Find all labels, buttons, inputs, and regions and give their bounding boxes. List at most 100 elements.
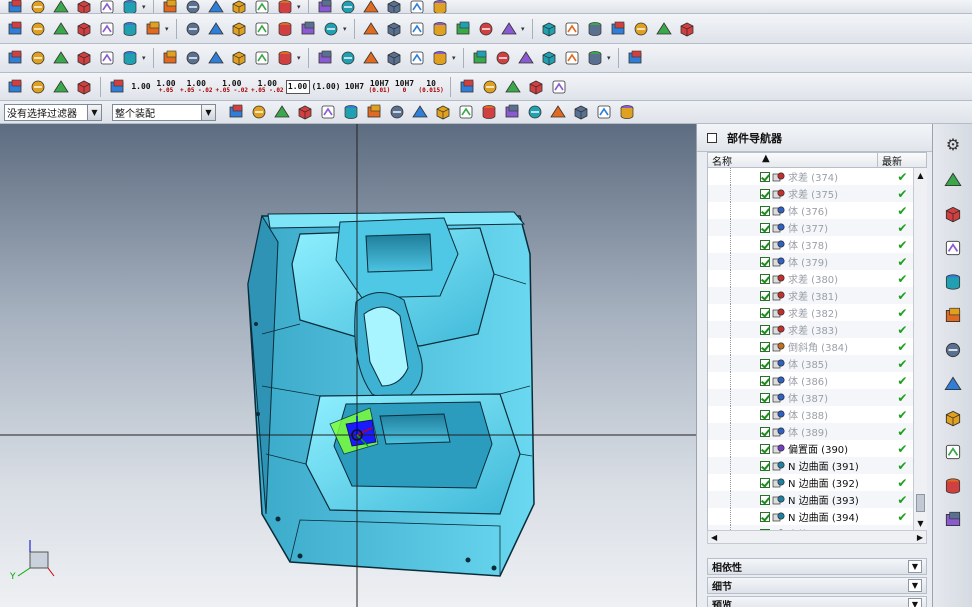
dropdown-arrow-icon[interactable]: ▾ [452,54,458,62]
snap-pole-icon[interactable] [432,101,454,123]
graphics-window[interactable]: Y [0,124,696,607]
roles-icon[interactable] [939,166,967,194]
select-icon[interactable] [228,0,250,13]
add-icon[interactable] [469,47,491,69]
snap-existing-icon[interactable] [478,101,500,123]
csys-display-icon[interactable] [73,76,95,98]
snap-mid-icon[interactable] [271,101,293,123]
tolerance-format-button[interactable]: 1.00 +.05 -.02 [215,76,250,98]
internet-explorer-icon[interactable] [939,336,967,364]
tree-row[interactable]: 求差 (381) ✔ [708,287,913,304]
dropdown-arrow-icon[interactable]: ▾ [142,3,148,11]
reuse-library-icon[interactable] [939,302,967,330]
snap-grid-icon[interactable] [455,101,477,123]
tolerance-format-button[interactable]: 1.00 +.05 -.02 [179,76,214,98]
tree-row[interactable]: 体 (386) ✔ [708,372,913,389]
visibility-checkbox[interactable] [760,290,770,301]
column-name[interactable]: 名称 ▲ [708,153,878,168]
assembly-navigator-icon[interactable] [939,200,967,228]
snap-curve-icon[interactable] [386,101,408,123]
snap-tangent-icon[interactable] [593,101,615,123]
sheet-icon[interactable] [624,47,646,69]
snap-end-icon[interactable] [248,101,270,123]
part-navigator-icon[interactable] [939,268,967,296]
tree-row[interactable]: 体 (388) ✔ [708,406,913,423]
dropdown-arrow-icon[interactable]: ▾ [521,25,527,33]
analysis-icon[interactable] [182,47,204,69]
arrow-left-icon[interactable] [525,76,547,98]
new-icon[interactable] [27,0,49,13]
arc-icon[interactable] [274,47,296,69]
dropdown-arrow-icon[interactable]: ▾ [142,54,148,62]
refresh-icon[interactable] [314,0,336,13]
unite-icon[interactable] [498,18,520,40]
weld-symbol-icon[interactable] [479,76,501,98]
chamfer-icon[interactable] [383,18,405,40]
block-icon[interactable] [73,18,95,40]
tolerance-format-button[interactable]: 1.00 [129,76,153,98]
curve-icon[interactable] [228,47,250,69]
display-icon[interactable] [159,47,181,69]
snap-perp-icon[interactable] [616,101,638,123]
redo-icon[interactable] [205,0,227,13]
undo-icon[interactable] [182,0,204,13]
visibility-checkbox[interactable] [760,443,770,454]
navigator-pin-checkbox[interactable] [707,132,717,143]
offset-icon[interactable] [475,18,497,40]
visibility-checkbox[interactable] [760,341,770,352]
grid-icon[interactable] [429,47,451,69]
sew-icon[interactable] [653,18,675,40]
tree-row[interactable]: 求差 (374) ✔ [708,168,913,185]
chevron-down-icon[interactable]: ▼ [87,104,101,120]
tree-row[interactable]: 求差 (382) ✔ [708,304,913,321]
plot-icon[interactable] [274,0,296,13]
csys-icon[interactable] [50,47,72,69]
check-icon[interactable] [4,76,26,98]
settings-list-icon[interactable] [50,76,72,98]
copy-icon[interactable] [119,0,141,13]
system-materials-icon[interactable] [939,404,967,432]
pad-icon[interactable] [251,18,273,40]
constraint-navigator-icon[interactable] [939,234,967,262]
tree-row[interactable]: 体 (377) ✔ [708,219,913,236]
chevron-down-icon[interactable]: ▼ [908,560,922,573]
tolerance-format-button[interactable]: 10 (0.015) [417,76,444,98]
patch-icon[interactable] [676,18,698,40]
tree-row[interactable]: 体 (389) ✔ [708,423,913,440]
snap-arc-icon[interactable] [409,101,431,123]
visibility-checkbox[interactable] [760,188,770,199]
print-icon[interactable] [251,0,273,13]
line-tool-icon[interactable] [406,47,428,69]
feature-tree[interactable]: 求差 (374) ✔ 求差 (375) ✔ 体 (376) ✔ 体 (377) ✔ 体 (378… [707,168,913,530]
cylinder-icon[interactable] [96,18,118,40]
visibility-checkbox[interactable] [760,256,770,267]
section-preview[interactable]: 预览 ▼ [707,596,927,607]
pattern-icon[interactable] [584,18,606,40]
dropdown-arrow-icon[interactable]: ▾ [607,54,613,62]
section-dependencies[interactable]: 相依性 ▼ [707,558,927,575]
visibility-checkbox[interactable] [760,460,770,471]
mold-model[interactable]: Y [0,124,696,607]
tolerance-format-button[interactable]: 10H7 [342,76,366,98]
component-icon[interactable] [337,47,359,69]
tolerance-format-button[interactable]: 1.00 +.05 [154,76,178,98]
manufacturing-wizard-icon[interactable] [939,472,967,500]
settings-icon[interactable]: ⚙ [939,130,967,158]
snap-quadrant-icon[interactable] [317,101,339,123]
tolerance-format-button[interactable]: 10H7 0 [392,76,416,98]
dimension-style-icon[interactable] [106,76,128,98]
dropdown-arrow-icon[interactable]: ▾ [297,3,303,11]
surface-finish-icon[interactable] [456,76,478,98]
tree-vertical-scrollbar[interactable]: ▲ ▼ [913,168,927,530]
visibility-checkbox[interactable] [760,307,770,318]
tree-row[interactable]: 体 (379) ✔ [708,253,913,270]
tree-row[interactable]: 偏置面 (390) ✔ [708,440,913,457]
zoom-icon[interactable] [360,0,382,13]
chevron-down-icon[interactable]: ▼ [908,579,922,592]
mirror-icon[interactable] [607,18,629,40]
dropdown-arrow-icon[interactable]: ▾ [165,25,171,33]
split-icon[interactable] [452,18,474,40]
layer-icon[interactable] [406,0,428,13]
tree-row[interactable]: N 边曲面 (391) ✔ [708,457,913,474]
dimension-icon[interactable] [515,47,537,69]
